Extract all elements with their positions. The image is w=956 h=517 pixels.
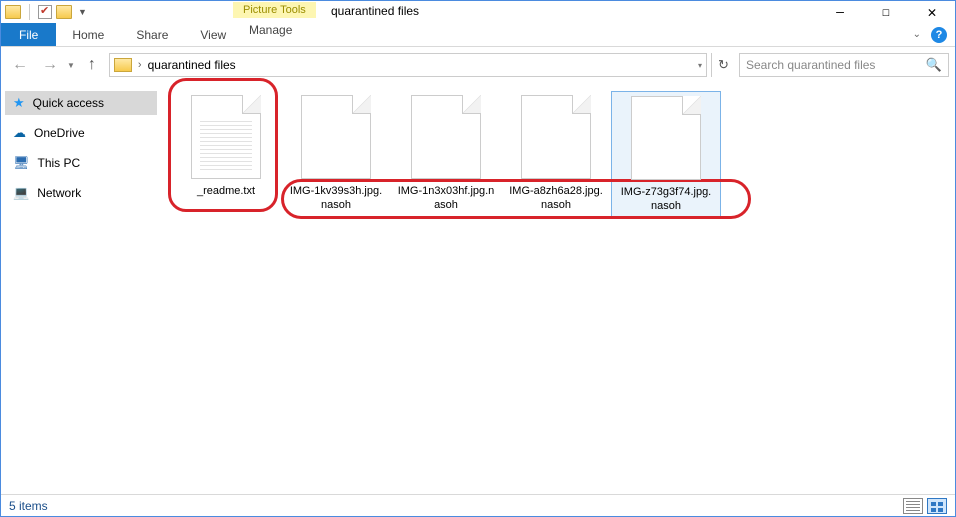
file-name: IMG-1n3x03hf.jpg.nasoh — [395, 185, 497, 213]
close-button[interactable]: ✕ — [909, 1, 955, 23]
address-folder-icon — [114, 58, 132, 72]
star-icon: ★ — [13, 95, 25, 111]
network-icon: 💻 — [13, 185, 29, 201]
ribbon: File Home Share View Manage ⌄ ? — [1, 23, 955, 47]
sidebar-item-network[interactable]: 💻 Network — [5, 181, 157, 205]
title-bar: ▼ Picture Tools quarantined files — ☐ ✕ — [1, 1, 955, 23]
file-item[interactable]: IMG-z73g3f74.jpg.nasoh — [611, 91, 721, 219]
maximize-button[interactable]: ☐ — [863, 1, 909, 23]
quick-access-toolbar: ▼ — [1, 4, 87, 20]
file-pane[interactable]: _readme.txt IMG-1kv39s3h.jpg.nasoh IMG-1… — [161, 83, 955, 494]
nav-bar: ← → ▼ ↑ › quarantined files ▾ ↻ Search q… — [1, 47, 955, 83]
back-button[interactable]: ← — [7, 52, 33, 78]
context-tab-label: Picture Tools — [233, 2, 316, 18]
file-item[interactable]: IMG-a8zh6a28.jpg.nasoh — [501, 91, 611, 217]
file-icon — [521, 95, 591, 179]
search-icon: 🔍 — [926, 57, 942, 73]
search-input[interactable]: Search quarantined files 🔍 — [739, 53, 949, 77]
file-icon — [631, 96, 701, 180]
qat-properties-icon[interactable] — [38, 5, 52, 19]
body: ★ Quick access ☁ OneDrive 🖥 This PC 💻 Ne… — [1, 83, 955, 494]
up-button[interactable]: ↑ — [79, 52, 105, 78]
sidebar-item-label: Quick access — [33, 96, 104, 110]
sidebar-item-this-pc[interactable]: 🖥 This PC — [5, 151, 157, 175]
file-name: IMG-1kv39s3h.jpg.nasoh — [285, 185, 387, 213]
address-dropdown-icon[interactable]: ▾ — [698, 61, 702, 70]
tab-home[interactable]: Home — [56, 23, 120, 46]
file-item[interactable]: IMG-1kv39s3h.jpg.nasoh — [281, 91, 391, 217]
file-name: IMG-z73g3f74.jpg.nasoh — [616, 186, 716, 214]
qat-newfolder-icon[interactable] — [56, 5, 72, 19]
file-name: IMG-a8zh6a28.jpg.nasoh — [505, 185, 607, 213]
text-file-icon — [191, 95, 261, 179]
sidebar-item-label: OneDrive — [34, 126, 85, 140]
file-icon — [411, 95, 481, 179]
breadcrumb-separator-icon[interactable]: › — [138, 59, 142, 71]
minimize-button[interactable]: — — [817, 1, 863, 23]
details-view-button[interactable] — [903, 498, 923, 514]
file-icon — [301, 95, 371, 179]
monitor-icon: 🖥 — [13, 155, 30, 171]
window-title: quarantined files — [331, 4, 419, 18]
ribbon-collapse-icon[interactable]: ⌄ — [913, 29, 921, 40]
help-icon[interactable]: ? — [931, 27, 947, 43]
file-item[interactable]: IMG-1n3x03hf.jpg.nasoh — [391, 91, 501, 217]
file-tab[interactable]: File — [1, 23, 56, 46]
forward-button[interactable]: → — [37, 52, 63, 78]
sidebar-item-onedrive[interactable]: ☁ OneDrive — [5, 121, 157, 145]
sidebar-item-label: Network — [37, 186, 81, 200]
large-icons-view-button[interactable] — [927, 498, 947, 514]
tab-share[interactable]: Share — [120, 23, 184, 46]
app-icon[interactable] — [5, 5, 21, 19]
history-dropdown-icon[interactable]: ▼ — [67, 61, 75, 70]
sidebar: ★ Quick access ☁ OneDrive 🖥 This PC 💻 Ne… — [1, 83, 161, 494]
item-count: 5 items — [9, 499, 48, 513]
file-item[interactable]: _readme.txt — [171, 91, 281, 203]
address-bar[interactable]: › quarantined files ▾ — [109, 53, 707, 77]
sidebar-item-quick-access[interactable]: ★ Quick access — [5, 91, 157, 115]
breadcrumb-segment[interactable]: quarantined files — [148, 58, 236, 72]
refresh-button[interactable]: ↻ — [711, 53, 735, 77]
sidebar-item-label: This PC — [38, 156, 81, 170]
cloud-icon: ☁ — [13, 125, 26, 141]
file-name: _readme.txt — [195, 185, 257, 199]
status-bar: 5 items — [1, 494, 955, 516]
tab-manage[interactable]: Manage — [233, 23, 308, 37]
search-placeholder: Search quarantined files — [746, 58, 875, 72]
qat-dropdown-icon[interactable]: ▼ — [78, 7, 87, 17]
